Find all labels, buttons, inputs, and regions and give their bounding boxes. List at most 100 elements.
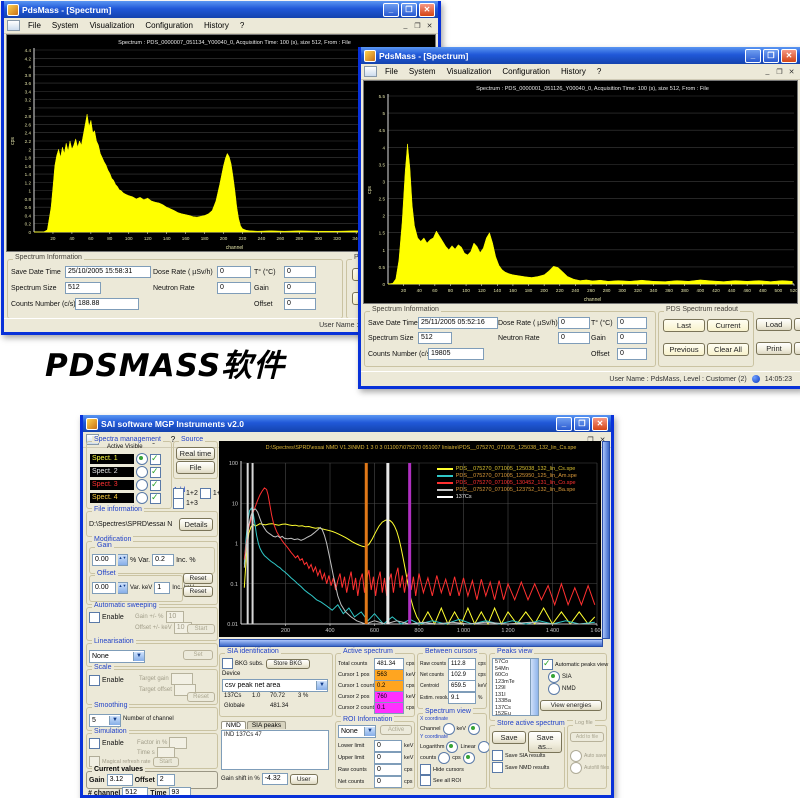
peaks-listbox[interactable]: 57Co54Mn60Co123mTe129I131I133Ba137Cs152E… (492, 658, 532, 716)
menu-system[interactable]: System (47, 20, 84, 31)
current-button[interactable]: Current (707, 319, 749, 332)
gain-spinner[interactable]: 0.00 (92, 554, 116, 566)
spect-1-active-radio[interactable] (136, 453, 148, 465)
chevron-down-icon[interactable]: ▼ (364, 727, 375, 736)
menu-visualization[interactable]: Visualization (442, 66, 497, 77)
gain-field[interactable]: 0 (284, 282, 316, 294)
chart-horizontal-scrollbar[interactable] (219, 639, 603, 647)
counts-field[interactable]: 19805 (428, 348, 484, 360)
menu-system[interactable]: System (404, 66, 441, 77)
neutron-field[interactable]: 0 (558, 332, 590, 344)
close-button[interactable]: ✕ (592, 417, 608, 431)
maximize-button[interactable]: ❐ (574, 417, 590, 431)
save-button[interactable]: Save (794, 318, 800, 331)
load-button[interactable]: Load (756, 318, 792, 331)
menu-history[interactable]: History (556, 66, 591, 77)
save-date-field[interactable]: 25/11/2005 05:52:16 (418, 317, 498, 329)
hide-cursors-checkbox[interactable] (420, 764, 431, 775)
size-field[interactable]: 512 (65, 282, 101, 294)
titlebar[interactable]: PdsMass - [Spectrum] _ ❐ ✕ (4, 1, 438, 18)
auto-peaks-checkbox[interactable] (542, 659, 553, 670)
maximize-button[interactable]: ❐ (401, 3, 417, 17)
simulation-enable-checkbox[interactable] (89, 738, 100, 749)
peaks-sia-radio[interactable] (548, 671, 560, 683)
spect-3-active-radio[interactable] (136, 479, 148, 491)
spect-4-active-radio[interactable] (136, 492, 148, 504)
chart-vertical-scrollbar[interactable] (602, 441, 610, 639)
offset-reset-button[interactable]: Reset (183, 586, 213, 597)
print-button[interactable]: Print (756, 342, 792, 355)
offset-spinner-arrows-icon[interactable]: ▲▼ (118, 582, 128, 594)
bkg-subs-checkbox[interactable] (222, 658, 233, 669)
offset-field[interactable]: 0 (284, 298, 316, 310)
scale-enable-checkbox[interactable] (89, 675, 100, 686)
titlebar[interactable]: SAI software MGP Instruments v2.0 _ ❐ ✕ (83, 415, 611, 432)
menu-configuration[interactable]: Configuration (497, 66, 555, 77)
temp-field[interactable]: 0 (617, 317, 647, 329)
offset-inc-field[interactable]: 1 (154, 582, 170, 594)
mdi-close-icon[interactable]: ✕ (786, 68, 797, 76)
gain-field[interactable]: 0 (617, 332, 647, 344)
tab-sia-peaks[interactable]: SIA peaks (247, 721, 286, 729)
dose-field[interactable]: 0 (558, 317, 590, 329)
roi-net-field[interactable]: 0 (374, 776, 402, 788)
menu-help[interactable]: ? (592, 66, 606, 77)
clear-all-button[interactable]: Clear All (707, 343, 749, 356)
counts-field[interactable]: 188.88 (75, 298, 139, 310)
menu-file[interactable]: File (23, 20, 46, 31)
save-nmd-checkbox[interactable] (492, 762, 503, 773)
linearisation-dropdown[interactable]: None▼ (89, 650, 145, 663)
gain-spinner-arrows-icon[interactable]: ▲▼ (118, 554, 128, 566)
smoothing-dropdown[interactable]: 5▼ (89, 714, 121, 727)
mdi-restore-icon[interactable]: ❐ (412, 22, 423, 30)
peaks-list-scrollbar[interactable] (530, 658, 539, 716)
minimize-button[interactable]: _ (556, 417, 572, 431)
roi-raw-field[interactable]: 0 (374, 764, 402, 776)
close-button[interactable]: ✕ (419, 3, 435, 17)
menu-history[interactable]: History (199, 20, 234, 31)
mdi-close-icon[interactable]: ✕ (424, 22, 435, 30)
device-dropdown[interactable]: csv peak net area▼ (222, 679, 328, 692)
y-cps-radio[interactable] (463, 752, 475, 764)
save-button[interactable]: Save (492, 731, 526, 744)
spect-4-visible-checkbox[interactable] (150, 493, 161, 504)
spect-2-visible-checkbox[interactable] (150, 467, 161, 478)
roi-lower-field[interactable]: 0 (374, 740, 402, 752)
view-energies-button[interactable]: View energies (540, 700, 602, 711)
store-bkg-button[interactable]: Store BKG (266, 659, 310, 669)
mdi-restore-icon[interactable]: ❐ (774, 68, 785, 76)
chevron-down-icon[interactable]: ▼ (133, 652, 144, 661)
roi-dropdown[interactable]: None▼ (338, 725, 376, 738)
mdi-minimize-icon[interactable]: _ (400, 22, 411, 29)
spect-2-active-radio[interactable] (136, 466, 148, 478)
titlebar[interactable]: PdsMass - [Spectrum] _ ❐ ✕ (361, 47, 800, 64)
tab-nmd[interactable]: NMD (221, 721, 246, 729)
menu-help[interactable]: ? (235, 20, 249, 31)
add-1-4-checkbox[interactable] (200, 488, 211, 499)
close-button[interactable]: ✕ (781, 49, 797, 63)
spect-1-visible-checkbox[interactable] (150, 454, 161, 465)
gain-inc-field[interactable]: 0.2 (152, 554, 174, 566)
multi-spectrum-chart[interactable]: 2004006008001 0001 2001 4001 6000.010.11… (219, 441, 601, 637)
real-time-button[interactable]: Real time (176, 447, 215, 460)
dose-field[interactable]: 0 (217, 266, 251, 278)
peaks-nmd-radio[interactable] (548, 683, 560, 695)
minimize-button[interactable]: _ (383, 3, 399, 17)
cursor2-counts-field[interactable]: 0.1 (374, 702, 404, 714)
size-field[interactable]: 512 (418, 332, 452, 344)
nmd-result-list[interactable]: IND 137Cs 47 (221, 730, 329, 770)
menu-file[interactable]: File (380, 66, 403, 77)
menu-configuration[interactable]: Configuration (140, 20, 198, 31)
save-sia-checkbox[interactable] (492, 750, 503, 761)
offset-field[interactable]: 0 (617, 348, 647, 360)
temp-field[interactable]: 0 (284, 266, 316, 278)
offset-spinner[interactable]: 0.00 (92, 582, 116, 594)
last-button[interactable]: Last (663, 319, 705, 332)
roi-upper-field[interactable]: 0 (374, 752, 402, 764)
details-button[interactable]: Details (179, 518, 213, 531)
gain-shift-field[interactable]: -4.32 (262, 773, 288, 785)
user-button[interactable]: User (290, 774, 318, 785)
chevron-down-icon[interactable]: ▼ (109, 716, 120, 725)
spectrum-chart-2[interactable]: 2040608010012014016018020022024026028030… (363, 80, 798, 304)
add-1-3-checkbox[interactable] (173, 498, 184, 509)
